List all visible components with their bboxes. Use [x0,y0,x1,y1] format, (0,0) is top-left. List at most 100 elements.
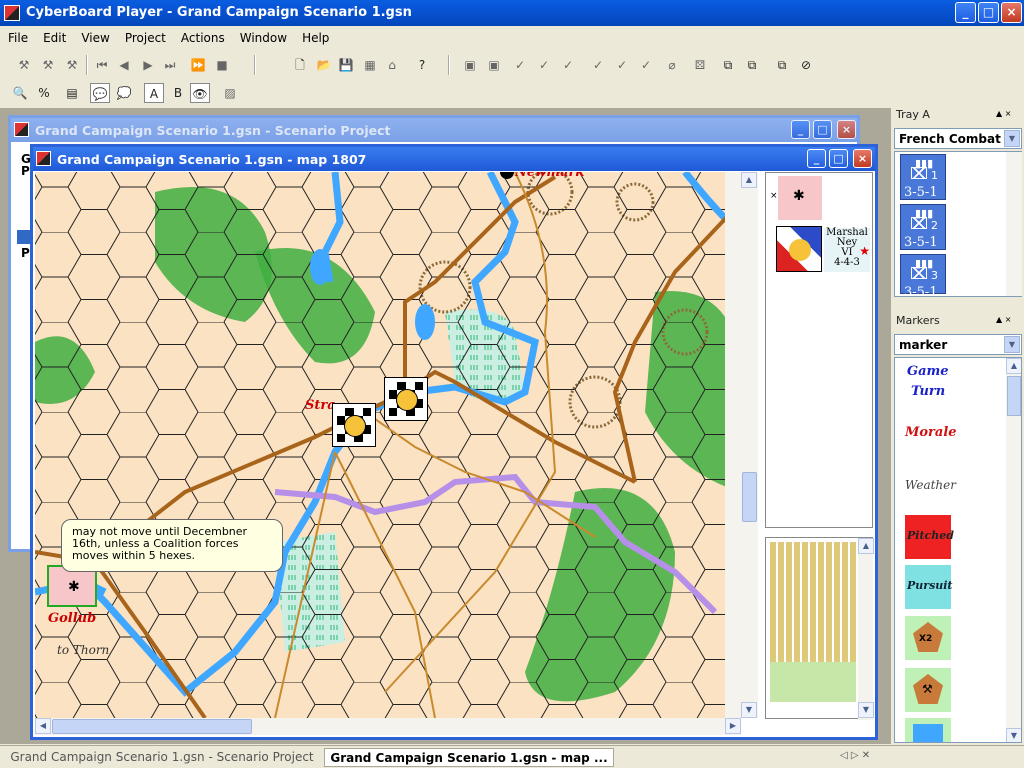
tool-icon[interactable]: ✓ [534,55,554,75]
marker-morale[interactable]: Morale [905,425,957,440]
tool-icon[interactable]: ⊘ [796,55,816,75]
open-folder-icon[interactable]: 📂 [314,55,334,75]
maximize-button[interactable]: □ [829,149,848,168]
help-icon[interactable]: ? [412,55,432,75]
french-counter[interactable] [332,403,376,447]
tool-icon[interactable]: ▦ [360,55,380,75]
marker-crossed-tools[interactable]: ⚒ [905,668,951,712]
pink-counter[interactable]: ✱ [778,176,822,220]
tool-icon[interactable]: % [34,83,54,103]
tool-icon[interactable]: ⌀ [662,55,682,75]
next-move-icon[interactable]: ▶ [138,55,158,75]
pin-icon[interactable]: ▲ × [996,315,1011,324]
overview-vscroll[interactable] [858,538,873,720]
save-icon[interactable]: 💾 [336,55,356,75]
marker-pursuit[interactable]: Pursuit [905,565,953,609]
tool-icon[interactable]: ✓ [588,55,608,75]
stop-icon[interactable]: ■ [212,55,232,75]
menu-help[interactable]: Help [294,27,336,49]
tool-icon[interactable]: ⚒ [38,55,58,75]
menu-actions[interactable]: Actions [173,27,232,49]
tab-nav-arrows[interactable]: ◁ ▷ ✕ [840,750,870,761]
scroll-up-button[interactable]: ▲ [858,538,874,554]
marker-game-turn[interactable]: Turn [911,384,945,399]
markers-panel[interactable]: Markers ▲ × marker ▼ Game Turn Morale We… [892,312,1024,744]
close-button[interactable]: × [1001,2,1022,23]
project-selected-row[interactable] [17,230,31,244]
markers-list[interactable]: Game Turn Morale Weather Pitched Pursuit… [894,357,1022,743]
unit-counter[interactable]: ▮▮▮ 3 3-5-1 [900,254,946,300]
french-counter[interactable] [384,377,428,421]
unit-counter[interactable]: ▮▮▮ 2 3-5-1 [900,204,946,250]
pin-icon[interactable]: ▲ × [996,109,1011,118]
marker-bridge[interactable] [905,718,951,742]
tool-icon[interactable]: ▤ [62,83,82,103]
speech-bubble-icon[interactable]: 💭 [114,83,134,103]
prev-move-icon[interactable]: ◀ [114,55,134,75]
menu-edit[interactable]: Edit [35,27,73,49]
tool-icon[interactable]: ⧉ [742,55,762,75]
scroll-up-button[interactable]: ▲ [741,172,757,188]
scroll-down-button[interactable]: ▼ [1006,728,1021,742]
side-counter-panel[interactable]: ✱ × N Marshal Ney VI 4-4-3 ★ [765,172,873,528]
tray-a-list[interactable]: ▮▮▮ 1 3-5-1 ▮▮▮ 2 3-5-1 ▮▮▮ 3 3-5-1 [894,151,1022,300]
menu-project[interactable]: Project [117,27,173,49]
tool-icon[interactable]: ⚒ [62,55,82,75]
marker-pitched[interactable]: Pitched [905,515,954,559]
last-move-icon[interactable]: ⏭ [160,55,180,75]
first-move-icon[interactable]: ⏮ [92,55,112,75]
tool-icon[interactable]: ⌂ [382,55,402,75]
tool-icon[interactable]: ▣ [484,55,504,75]
minimize-button[interactable]: _ [955,2,976,23]
close-button[interactable]: × [837,120,856,139]
zoom-icon[interactable]: 🔍 [10,83,30,103]
menu-window[interactable]: Window [232,27,294,49]
scroll-thumb[interactable] [52,719,252,734]
tab-scenario-project[interactable]: Grand Campaign Scenario 1.gsn - Scenario… [4,748,320,767]
tab-map[interactable]: Grand Campaign Scenario 1.gsn - map ... [324,748,614,767]
tray-a-dropdown[interactable]: French Combat U ▼ [894,128,1022,149]
project-window-titlebar[interactable]: Grand Campaign Scenario 1.gsn - Scenario… [11,118,857,142]
marker-game-turn[interactable]: Game [907,364,949,379]
scroll-right-button[interactable]: ▶ [725,718,741,734]
maximize-button[interactable]: □ [813,120,832,139]
tool-icon[interactable]: ✓ [510,55,530,75]
label-a-icon[interactable]: A [144,83,164,103]
label-b-icon[interactable]: B [168,83,188,103]
scroll-down-button[interactable]: ▼ [741,702,757,718]
app-titlebar[interactable]: CyberBoard Player - Grand Campaign Scena… [0,0,1024,26]
close-button[interactable]: × [853,149,872,168]
tool-icon[interactable]: ▨ [220,83,240,103]
marshal-ney-counter[interactable]: Marshal Ney VI 4-4-3 ★ [824,228,870,272]
tool-icon[interactable]: ▣ [460,55,480,75]
markers-dropdown[interactable]: marker ▼ [894,334,1022,355]
fast-forward-icon[interactable]: ⏩ [188,55,208,75]
overview-map[interactable]: ▲ ▼ [765,537,874,720]
speech-bubble-icon[interactable]: 💬 [90,83,110,103]
dice-icon[interactable]: ⚄ [690,55,710,75]
map-vscroll[interactable]: ▲ ▼ [741,172,758,718]
scroll-thumb[interactable] [742,472,757,522]
minimize-button[interactable]: _ [791,120,810,139]
marker-x2[interactable]: X2 [905,616,951,660]
new-file-icon[interactable]: 🗋 [290,55,310,75]
map-window-titlebar[interactable]: Grand Campaign Scenario 1.gsn - map 1807… [33,147,875,171]
scroll-thumb[interactable] [1007,376,1021,416]
unit-counter[interactable]: ▮▮▮ 1 3-5-1 [900,154,946,200]
tray-a-panel[interactable]: Tray A ▲ × French Combat U ▼ ▮▮▮ 1 3-5-1 ▮… [892,106,1024,300]
tool-icon[interactable]: ✓ [636,55,656,75]
marshal-flag-counter[interactable]: N [776,226,822,272]
tool-icon[interactable]: ⚒ [14,55,34,75]
eye-icon[interactable]: 👁 [190,83,210,103]
scroll-left-button[interactable]: ◀ [35,718,51,734]
tool-icon[interactable]: ✓ [612,55,632,75]
maximize-button[interactable]: □ [978,2,999,23]
minimize-button[interactable]: _ [807,149,826,168]
game-map[interactable]: Newmark Stra Gollub to Thorn U ✱ [35,172,741,718]
scroll-up-button[interactable]: ▲ [1006,358,1021,374]
tool-icon[interactable]: ⧉ [772,55,792,75]
marker-weather[interactable]: Weather [905,478,956,492]
menu-file[interactable]: File [0,27,35,49]
tool-icon[interactable]: ✓ [558,55,578,75]
map-hscroll[interactable]: ◀ ▶ [35,718,741,735]
